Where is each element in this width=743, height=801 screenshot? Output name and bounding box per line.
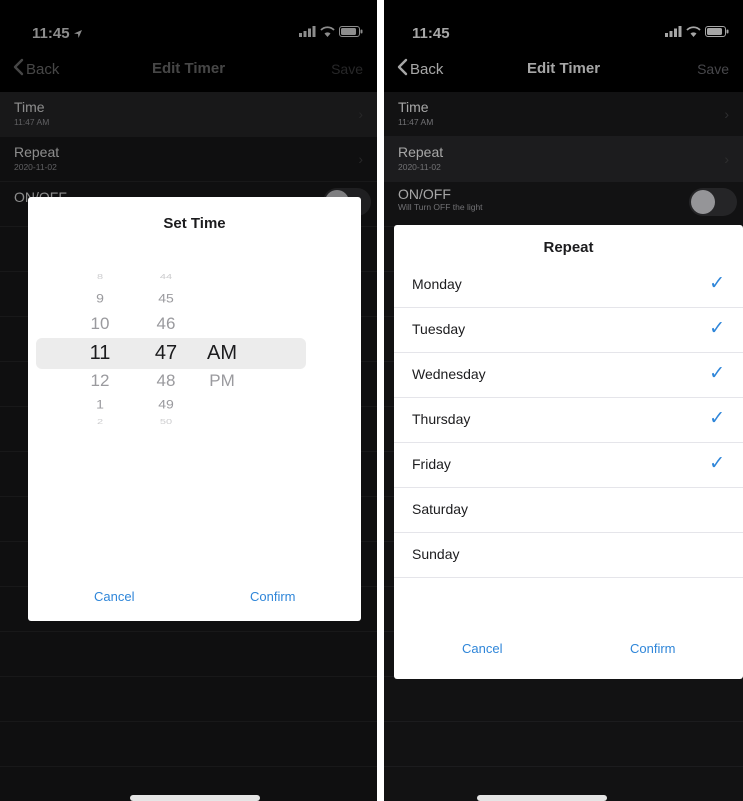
selected-ampm: AM: [207, 342, 237, 364]
day-row-monday[interactable]: Monday ✓: [394, 263, 743, 308]
home-indicator: [130, 795, 260, 801]
repeat-dialog: Repeat Monday ✓ Tuesday ✓ Wednesday ✓ Th…: [394, 225, 743, 679]
selected-hour: 11: [89, 342, 111, 364]
left-phone-screen: 11:45 Back Edit Timer Save Time 11:47 AM…: [0, 0, 377, 801]
day-row-saturday[interactable]: Saturday: [394, 488, 743, 533]
checkmark-icon: ✓: [709, 453, 725, 474]
day-row-wednesday[interactable]: Wednesday ✓: [394, 353, 743, 398]
divider: [377, 0, 384, 801]
right-phone-screen: 11:45 Back Edit Timer Save Time 11:47 AM: [384, 0, 743, 801]
cancel-button[interactable]: Cancel: [462, 641, 502, 656]
dialog-title: Set Time: [163, 215, 226, 232]
checkmark-icon: ✓: [709, 408, 725, 429]
wheel-item: 1: [96, 397, 104, 411]
day-label: Monday: [412, 276, 462, 292]
cancel-button[interactable]: Cancel: [94, 589, 134, 604]
day-row-sunday[interactable]: Sunday: [394, 533, 743, 578]
selected-minute: 47: [154, 342, 178, 364]
wheel-item: 2: [96, 417, 104, 427]
wheel-item: 10: [90, 314, 110, 333]
wheel-item: 12: [90, 371, 110, 390]
day-row-tuesday[interactable]: Tuesday ✓: [394, 308, 743, 353]
day-label: Sunday: [412, 546, 460, 562]
day-row-friday[interactable]: Friday ✓: [394, 443, 743, 488]
day-label: Friday: [412, 456, 451, 472]
checkmark-icon: ✓: [709, 273, 725, 294]
ampm-wheel[interactable]: AM PM: [200, 257, 244, 457]
checkmark-icon: ✓: [709, 363, 725, 384]
wheel-item: 8: [96, 272, 104, 282]
wheel-item: 48: [156, 371, 176, 390]
minute-wheel[interactable]: 44 45 46 47 48 49 50: [146, 257, 186, 457]
wheel-item: 45: [158, 291, 174, 305]
day-label: Wednesday: [412, 366, 486, 382]
day-label: Thursday: [412, 411, 471, 427]
confirm-button[interactable]: Confirm: [250, 589, 296, 604]
wheel-item: 9: [96, 291, 104, 305]
wheel-item: 50: [159, 417, 173, 427]
day-label: Tuesday: [412, 321, 466, 337]
confirm-button[interactable]: Confirm: [630, 641, 676, 656]
hour-wheel[interactable]: 8 9 10 11 12 1 2: [80, 257, 120, 457]
checkmark-icon: ✓: [709, 318, 725, 339]
wheel-item: 46: [156, 314, 176, 333]
day-label: Saturday: [412, 501, 469, 517]
set-time-dialog: Set Time 8 9 10 11 12 1 2 44 45 46 47 48…: [28, 197, 361, 621]
day-row-thursday[interactable]: Thursday ✓: [394, 398, 743, 443]
wheel-item: PM: [209, 371, 235, 390]
dialog-title: Repeat: [543, 239, 594, 256]
wheel-item: 44: [159, 272, 173, 282]
wheel-item: 49: [158, 397, 174, 411]
home-indicator: [477, 795, 607, 801]
